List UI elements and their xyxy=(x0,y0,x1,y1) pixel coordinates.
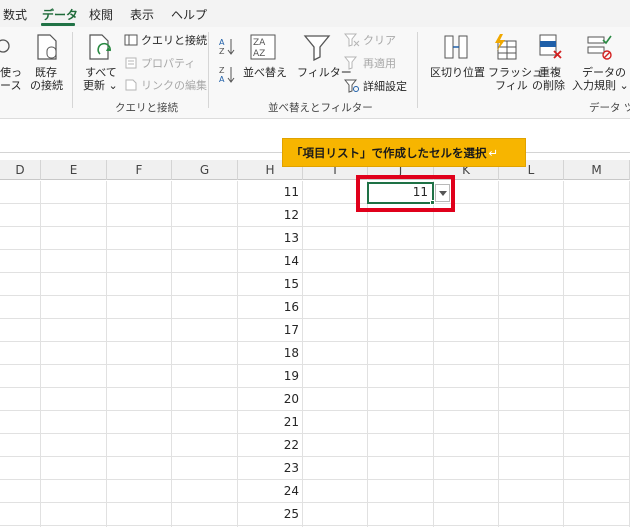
column-header-f[interactable]: F xyxy=(107,160,172,180)
cell-h16[interactable]: 16 xyxy=(240,296,302,319)
cell-h19[interactable]: 19 xyxy=(240,365,302,388)
clear-button: クリア xyxy=(363,34,396,47)
refresh-all-icon[interactable] xyxy=(88,33,114,61)
cell-h23[interactable]: 23 xyxy=(240,457,302,480)
sort-icon[interactable]: ZA AZ xyxy=(250,34,276,60)
tab-data[interactable]: データ xyxy=(42,6,78,23)
cell-h22[interactable]: 22 xyxy=(240,434,302,457)
filter-icon[interactable] xyxy=(303,33,331,61)
group-queries-label: クエリと接続 xyxy=(115,102,178,114)
svg-text:A: A xyxy=(219,38,225,47)
tab-view[interactable]: 表示 xyxy=(130,6,154,23)
remove-duplicates-label-1[interactable]: 重複 xyxy=(539,66,561,79)
tab-help[interactable]: ヘルプ xyxy=(171,6,207,23)
flash-fill-icon[interactable] xyxy=(492,33,518,61)
column-header-m[interactable]: M xyxy=(564,160,630,180)
flash-fill-label-2[interactable]: フィル xyxy=(495,79,528,92)
instruction-callout: 「項目リスト」で作成したセルを選択 ↵ xyxy=(282,138,526,167)
active-tab-indicator xyxy=(41,23,75,26)
svg-text:AZ: AZ xyxy=(253,49,265,59)
sort-button[interactable]: 並べ替え xyxy=(243,66,287,79)
text-to-columns-button[interactable]: 区切り位置 xyxy=(430,66,485,79)
cell-h11[interactable]: 11 xyxy=(240,181,302,204)
column-header-e[interactable]: E xyxy=(41,160,107,180)
data-validation-label-2[interactable]: 入力規則 ⌄ xyxy=(572,79,629,92)
properties-icon xyxy=(125,57,137,69)
svg-text:A: A xyxy=(219,75,225,83)
cell-grid[interactable]: 11 12 13 14 15 16 17 18 19 20 21 22 23 2… xyxy=(0,181,630,527)
data-validation-label-1[interactable]: データの xyxy=(582,66,626,79)
cell-h20[interactable]: 20 xyxy=(240,388,302,411)
remove-duplicates-label-2[interactable]: の削除 xyxy=(532,79,565,92)
recent-sources-label-2[interactable]: ース xyxy=(0,79,21,92)
edit-links-icon xyxy=(125,79,137,91)
ribbon: 使っ ース 既存 の接続 すべて 更新 ⌄ クエリと接続 プロパティ リンクの編… xyxy=(0,27,630,119)
refresh-all-label-2[interactable]: 更新 ⌄ xyxy=(83,79,118,92)
cell-h24[interactable]: 24 xyxy=(240,480,302,503)
svg-text:ZA: ZA xyxy=(253,38,266,48)
cell-h21[interactable]: 21 xyxy=(240,411,302,434)
group-data-tools-label: データ ツー xyxy=(589,102,630,114)
queries-connections-button[interactable]: クエリと接続 xyxy=(141,34,207,47)
svg-text:Z: Z xyxy=(219,66,225,75)
properties-button: プロパティ xyxy=(141,57,196,70)
existing-connections-label-1[interactable]: 既存 xyxy=(35,66,57,79)
cell-h14[interactable]: 14 xyxy=(240,250,302,273)
ribbon-tab-bar: 数式 データ 校閲 表示 ヘルプ xyxy=(0,0,630,27)
reapply-icon xyxy=(344,56,358,70)
advanced-filter-icon[interactable] xyxy=(344,79,360,93)
sort-asc-icon[interactable]: A Z xyxy=(218,37,236,55)
cell-h12[interactable]: 12 xyxy=(240,204,302,227)
text-to-columns-icon[interactable] xyxy=(443,33,469,61)
cell-h13[interactable]: 13 xyxy=(240,227,302,250)
cell-h15[interactable]: 15 xyxy=(240,273,302,296)
reapply-button: 再適用 xyxy=(363,57,396,70)
cell-h17[interactable]: 17 xyxy=(240,319,302,342)
sort-desc-icon[interactable]: Z A xyxy=(218,65,236,83)
highlight-box xyxy=(356,175,455,212)
edit-links-button: リンクの編集 xyxy=(141,79,207,92)
column-header-d[interactable]: D xyxy=(0,160,41,180)
clear-filter-icon xyxy=(344,33,360,47)
recent-sources-icon xyxy=(0,39,10,53)
existing-connections-icon[interactable] xyxy=(36,33,60,61)
cell-h25[interactable]: 25 xyxy=(240,503,302,526)
tab-review[interactable]: 校閲 xyxy=(89,6,113,23)
queries-connections-icon[interactable] xyxy=(124,34,138,46)
tab-formulas[interactable]: 数式 xyxy=(3,6,27,23)
group-sort-filter-label: 並べ替えとフィルター xyxy=(268,102,373,114)
flash-fill-label-1[interactable]: フラッシュ xyxy=(488,66,543,79)
column-header-g[interactable]: G xyxy=(172,160,238,180)
existing-connections-label-2[interactable]: の接続 xyxy=(30,79,63,92)
advanced-button[interactable]: 詳細設定 xyxy=(363,80,407,93)
refresh-all-label-1[interactable]: すべて xyxy=(85,66,117,79)
svg-text:Z: Z xyxy=(219,47,225,55)
recent-sources-label-1[interactable]: 使っ xyxy=(0,66,22,79)
callout-text: 「項目リスト」で作成したセルを選択 xyxy=(291,146,487,160)
cell-h18[interactable]: 18 xyxy=(240,342,302,365)
data-validation-icon[interactable] xyxy=(586,33,612,61)
return-mark: ↵ xyxy=(488,146,499,160)
remove-duplicates-icon[interactable] xyxy=(538,33,564,61)
